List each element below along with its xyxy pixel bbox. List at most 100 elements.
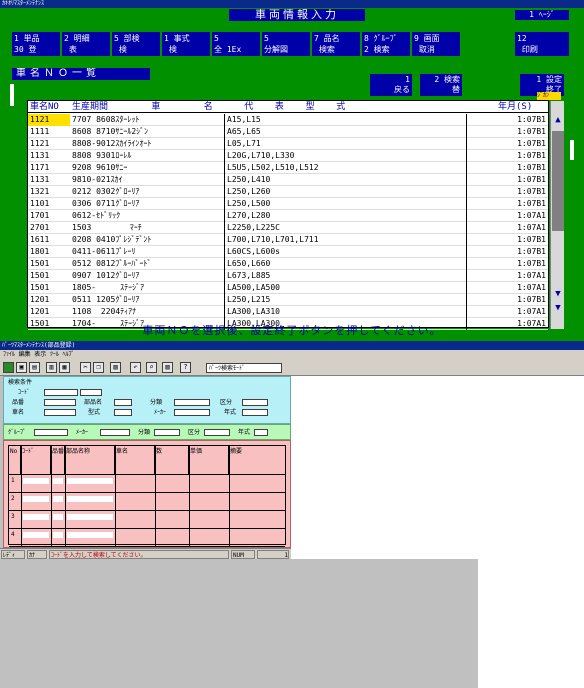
category-filter-input[interactable] — [154, 429, 180, 436]
partname-input[interactable] — [114, 399, 132, 406]
row-code: 1611 — [30, 235, 50, 244]
new-icon[interactable] — [3, 362, 14, 373]
open-icon[interactable]: ▣ — [16, 362, 27, 373]
list-row[interactable]: 2701 1503 ﾏｰﾁ L2250,L225C 1:07A1 — [28, 222, 548, 234]
save-icon[interactable]: ▤ — [29, 362, 40, 373]
grid-partno-cell[interactable] — [53, 478, 63, 484]
fkey-1-button[interactable]: 1 単品 30 登 — [12, 32, 60, 56]
row-code: 1501 — [30, 283, 50, 292]
list-row[interactable]: 1501 1805- ｽﾃｰｼﾞｱ LA500,LA500 1:07A1 — [28, 282, 548, 294]
preview-icon[interactable]: ▦ — [59, 362, 70, 373]
grid-header-note: 摘要 — [230, 448, 243, 455]
fkey-6-button[interactable]: 5 分解図 — [262, 32, 310, 56]
cond-label-category: 分類 — [150, 399, 163, 406]
status-bar: ﾚﾃﾞｨ ｶﾅ ｺｰﾄﾞを入力して検索してください。 NUM 1 — [0, 548, 291, 559]
row-date: 1:07B1 — [466, 174, 548, 186]
row-name: 0411-0611ﾌﾟﾚｰﾘ — [72, 247, 136, 256]
fkey-5-button[interactable]: 5 全 1Ex — [212, 32, 260, 56]
list-row[interactable]: 1201 0511 1205ｸﾞﾛｰﾘｱ L250,L215 1:07B1 — [28, 294, 548, 306]
category-input[interactable] — [174, 399, 210, 406]
grid-code-cell[interactable] — [23, 496, 49, 502]
toolbar: ▣ ▤ ▥ ▦ ✂ ❐ ▧ ↶ ⌕ ▨ ? ﾊﾟｰﾂ検索ﾓｰﾄﾞ — [0, 360, 584, 376]
back-button[interactable]: 1 戻る — [370, 74, 412, 96]
fkey-9-button[interactable]: 9 画面 取消 — [412, 32, 460, 56]
list-row[interactable]: 1121 7707 8608ｽﾀｰﾚｯﾄ A15,L15 1:07B1 — [28, 114, 548, 126]
code-input-2[interactable] — [80, 389, 102, 396]
list-row[interactable]: 1801 0411-0611ﾌﾟﾚｰﾘ L60CS,L600s 1:07B1 — [28, 246, 548, 258]
row-date: 1:07B1 — [466, 162, 548, 174]
list-row[interactable]: 1321 0212 0302ｸﾞﾛｰﾘｱ L250,L260 1:07B1 — [28, 186, 548, 198]
fkey-3-button[interactable]: 5 部検 検 — [112, 32, 160, 56]
grid-partname-cell[interactable] — [67, 478, 113, 484]
partno-input[interactable] — [44, 399, 76, 406]
maker-filter-input[interactable] — [100, 429, 130, 436]
vehicle-input[interactable] — [44, 409, 76, 416]
grid-partno-cell[interactable] — [53, 514, 63, 520]
year-filter-input[interactable] — [254, 429, 268, 436]
list-row[interactable]: 1501 0512 0812ﾌﾞﾙｰﾊﾞｰﾄﾞ L650,L660 1:07B1 — [28, 258, 548, 270]
row-name: 1108 2204ﾃｨｱﾅ — [72, 307, 137, 316]
row-date: 1:07B1 — [466, 198, 548, 210]
undo-icon[interactable]: ↶ — [130, 362, 141, 373]
scroll-down-icon[interactable]: ▼ — [553, 289, 563, 299]
filter-icon[interactable]: ▨ — [162, 362, 173, 373]
list-row[interactable]: 1111 8608 8710ｻﾆｰﾙ2ｼﾞﾝ A65,L65 1:07B1 — [28, 126, 548, 138]
division-input[interactable] — [242, 399, 268, 406]
list-row[interactable]: 1501 0907 1012ｸﾞﾛｰﾘｱ L673,L885 1:07A1 — [28, 270, 548, 282]
vehicle-list: 車名NO 生産期間 車 名 代 表 型 式 年月(S) 1121 7707 860… — [27, 100, 564, 330]
scroll-up-icon[interactable]: ▲ — [553, 115, 563, 125]
row-name: 7707 8608ｽﾀｰﾚｯﾄ — [72, 115, 140, 124]
fkey-12-print-button[interactable]: 12 印刷 — [515, 32, 569, 56]
list-row[interactable]: 1201 1108 2204ﾃｨｱﾅ LA300,LA310 1:07A1 — [28, 306, 548, 318]
grid-code-cell[interactable] — [23, 514, 49, 520]
find-icon[interactable]: ⌕ — [146, 362, 157, 373]
help-icon[interactable]: ? — [180, 362, 191, 373]
row-date: 1:07A1 — [466, 222, 548, 234]
fkey-2-button[interactable]: 2 明細 表 — [62, 32, 110, 56]
maker-input[interactable] — [174, 409, 210, 416]
menu-bar[interactable]: ﾌｧｲﾙ 編集 表示 ﾂｰﾙ ﾍﾙﾌﾟ — [0, 350, 584, 360]
list-row[interactable]: 1611 0208 0410ﾌﾟﾚｼﾞﾃﾞﾝﾄ L700,L710,L701,L71… — [28, 234, 548, 246]
grid-partname-cell[interactable] — [67, 514, 113, 520]
grid-partno-cell[interactable] — [53, 532, 63, 538]
grid-code-cell[interactable] — [23, 532, 49, 538]
grid-partname-cell[interactable] — [67, 496, 113, 502]
cut-icon[interactable]: ✂ — [80, 362, 91, 373]
grid-partname-cell[interactable] — [67, 532, 113, 538]
row-type: L250,L215 — [224, 294, 464, 306]
grid-column-divider — [21, 446, 22, 546]
group-input[interactable] — [34, 429, 68, 436]
list-row[interactable]: 1131 8808 9301ﾛｰﾚﾙ L20G,L710,L330 1:07B1 — [28, 150, 548, 162]
paste-icon[interactable]: ▧ — [110, 362, 121, 373]
list-row[interactable]: 1101 0306 0711ｸﾞﾛｰﾘｱ L250,L500 1:07B1 — [28, 198, 548, 210]
row-type: L20G,L710,L330 — [224, 150, 464, 162]
list-row[interactable]: 1131 9810-021ｽｶｲ L250,L410 1:07B1 — [28, 174, 548, 186]
fkey-4-button[interactable]: 1 事式 検 — [162, 32, 210, 56]
division-filter-input[interactable] — [204, 429, 230, 436]
row-name: 0208 0410ﾌﾟﾚｼﾞﾃﾞﾝﾄ — [72, 235, 152, 244]
mode-select[interactable]: ﾊﾟｰﾂ検索ﾓｰﾄﾞ — [206, 363, 282, 373]
scroll-down-end-icon[interactable]: ▼ — [553, 303, 563, 313]
row-code: 1321 — [30, 187, 50, 196]
row-name: 8808 9301ﾛｰﾚﾙ — [72, 151, 132, 160]
scroll-thumb[interactable] — [552, 131, 564, 231]
list-row[interactable]: 1121 8808-9012ｽｶｲﾗｲﾝｵｰﾄ L05,L71 1:07B1 — [28, 138, 548, 150]
type-input[interactable] — [114, 409, 132, 416]
list-scrollbar[interactable]: ▲ ▼ ▼ — [550, 101, 564, 329]
grid-code-cell[interactable] — [23, 478, 49, 484]
grid-partno-cell[interactable] — [53, 496, 63, 502]
fkey-8-button[interactable]: 8 ｸﾞﾙｰﾌﾟ 2 検索 — [362, 32, 410, 56]
row-date: 1:07B1 — [466, 258, 548, 270]
code-input[interactable] — [44, 389, 78, 396]
list-row[interactable]: 1171 9208 9610ｻﾆｰ L5U5,L502,L510,L512 1:07B… — [28, 162, 548, 174]
row-code: 1701 — [30, 211, 50, 220]
row-name: 8808-9012ｽｶｲﾗｲﾝｵｰﾄ — [72, 139, 152, 148]
print-icon[interactable]: ▥ — [46, 362, 57, 373]
row-name: 0306 0711ｸﾞﾛｰﾘｱ — [72, 199, 140, 208]
copy-icon[interactable]: ❐ — [93, 362, 104, 373]
year-input[interactable] — [242, 409, 268, 416]
grid-header-no: No — [9, 446, 21, 474]
search-switch-button[interactable]: 2 検索 替 — [420, 74, 462, 96]
list-row[interactable]: 1701 0612-ｾﾄﾞﾘｯｸ L270,L280 1:07A1 — [28, 210, 548, 222]
fkey-7-button[interactable]: 7 品名 検索 — [312, 32, 360, 56]
